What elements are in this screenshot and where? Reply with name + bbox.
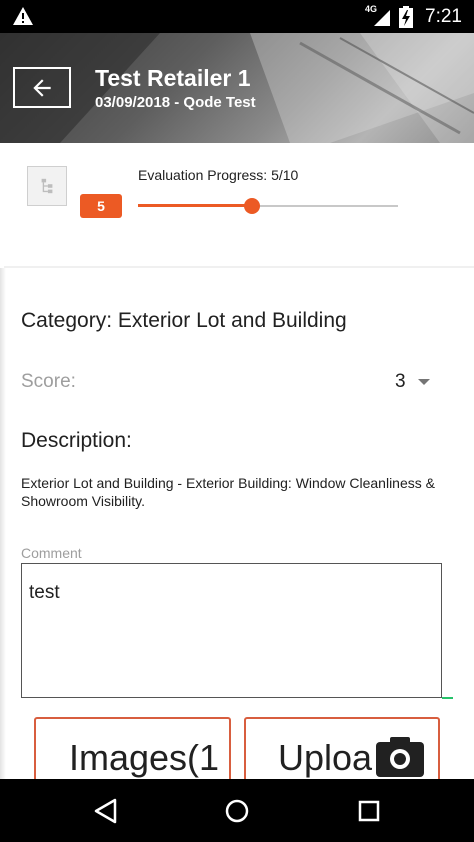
score-value: 3 (395, 371, 406, 392)
arrow-left-icon (33, 78, 51, 97)
nav-home-icon[interactable] (220, 794, 254, 828)
card-shadow (0, 268, 6, 788)
upload-button-label: Uploa (278, 737, 373, 778)
progress-badge: 5 (80, 194, 122, 218)
images-button[interactable]: Images(1 (34, 717, 231, 787)
score-label: Score: (21, 371, 76, 392)
score-dropdown[interactable]: 3 (380, 366, 440, 398)
dropdown-caret-icon (417, 379, 430, 385)
signal-icon: 4G (365, 4, 391, 27)
slider-fill (138, 204, 253, 207)
back-button[interactable] (13, 67, 71, 108)
clock: 7:21 (425, 5, 462, 27)
camera-icon (376, 737, 424, 777)
description-heading: Description: (21, 429, 132, 452)
card-divider (4, 266, 474, 268)
app-header: Test Retailer 1 03/09/2018 - Qode Test (0, 33, 474, 143)
page-title: Test Retailer 1 (95, 65, 251, 91)
description-text: Exterior Lot and Building - Exterior Bui… (21, 475, 435, 509)
nav-back-icon[interactable] (89, 794, 123, 828)
system-nav-bar (0, 779, 474, 842)
slider-thumb[interactable] (244, 198, 261, 214)
upload-button[interactable]: Uploa (244, 717, 440, 787)
hierarchy-icon (41, 178, 53, 194)
images-button-label: Images(1 (69, 737, 220, 778)
evaluation-thumbnail[interactable] (27, 166, 67, 206)
warning-icon (13, 7, 33, 25)
progress-slider[interactable] (138, 196, 398, 216)
comment-input[interactable]: test (21, 563, 442, 698)
comment-label: Comment (21, 545, 82, 561)
nav-recents-icon[interactable] (352, 794, 386, 828)
battery-charging-icon (399, 5, 414, 28)
category-heading: Category: Exterior Lot and Building (21, 309, 347, 332)
input-focus-indicator (442, 697, 453, 699)
status-bar: 4G 7:21 (0, 0, 474, 33)
page-subtitle: 03/09/2018 - Qode Test (95, 94, 256, 111)
evaluation-progress-label: Evaluation Progress: 5/10 (138, 167, 299, 183)
